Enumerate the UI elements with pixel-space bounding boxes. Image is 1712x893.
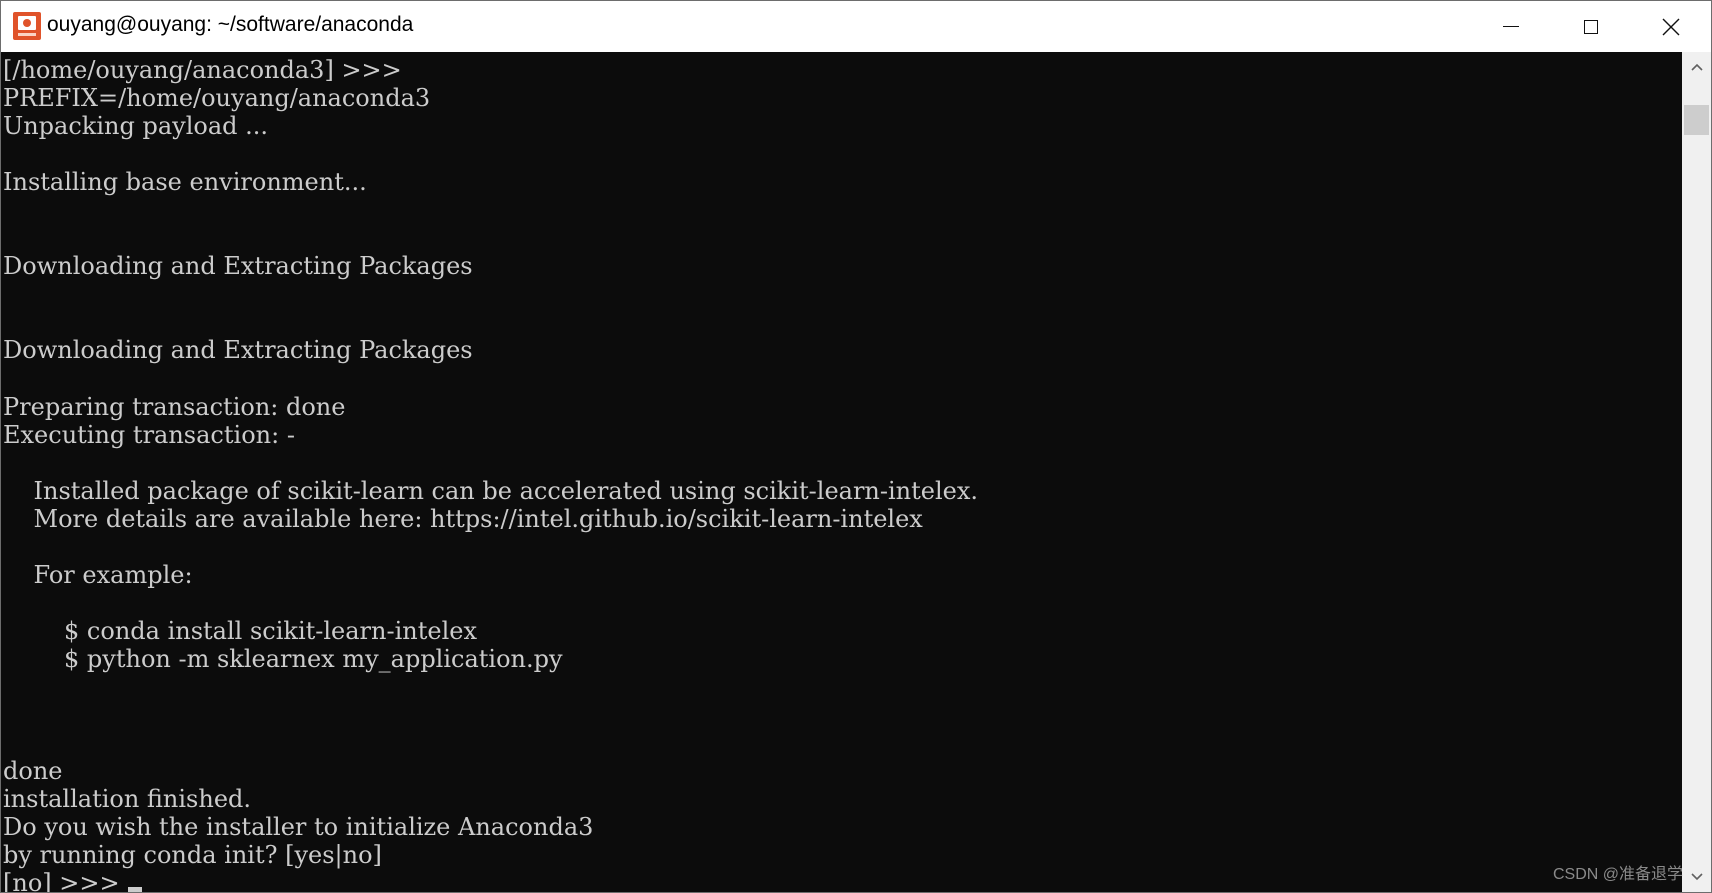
terminal-text: [/home/ouyang/anaconda3] >>> PREFIX=/hom… [3, 56, 979, 892]
minimize-button[interactable] [1471, 1, 1551, 52]
scroll-up-button[interactable] [1682, 52, 1711, 82]
text-cursor [128, 887, 142, 892]
title-bar[interactable]: ouyang@ouyang: ~/software/anaconda [1, 1, 1711, 52]
terminal-output[interactable]: [/home/ouyang/anaconda3] >>> PREFIX=/hom… [1, 52, 1682, 892]
scroll-thumb[interactable] [1684, 105, 1709, 135]
maximize-button[interactable] [1551, 1, 1631, 52]
terminal-window: ouyang@ouyang: ~/software/anaconda [/hom… [0, 0, 1712, 893]
terminal-app-icon[interactable] [13, 12, 41, 40]
watermark: CSDN @准备退学 [1552, 866, 1683, 883]
close-button[interactable] [1631, 1, 1711, 52]
chevron-up-icon [1690, 63, 1703, 71]
chevron-down-icon [1690, 873, 1703, 881]
window-title: ouyang@ouyang: ~/software/anaconda [47, 13, 414, 36]
vertical-scrollbar[interactable] [1682, 52, 1711, 892]
maximize-icon [1584, 19, 1598, 34]
scroll-down-button[interactable] [1682, 862, 1711, 892]
close-icon [1662, 18, 1680, 35]
minimize-icon [1503, 26, 1519, 27]
